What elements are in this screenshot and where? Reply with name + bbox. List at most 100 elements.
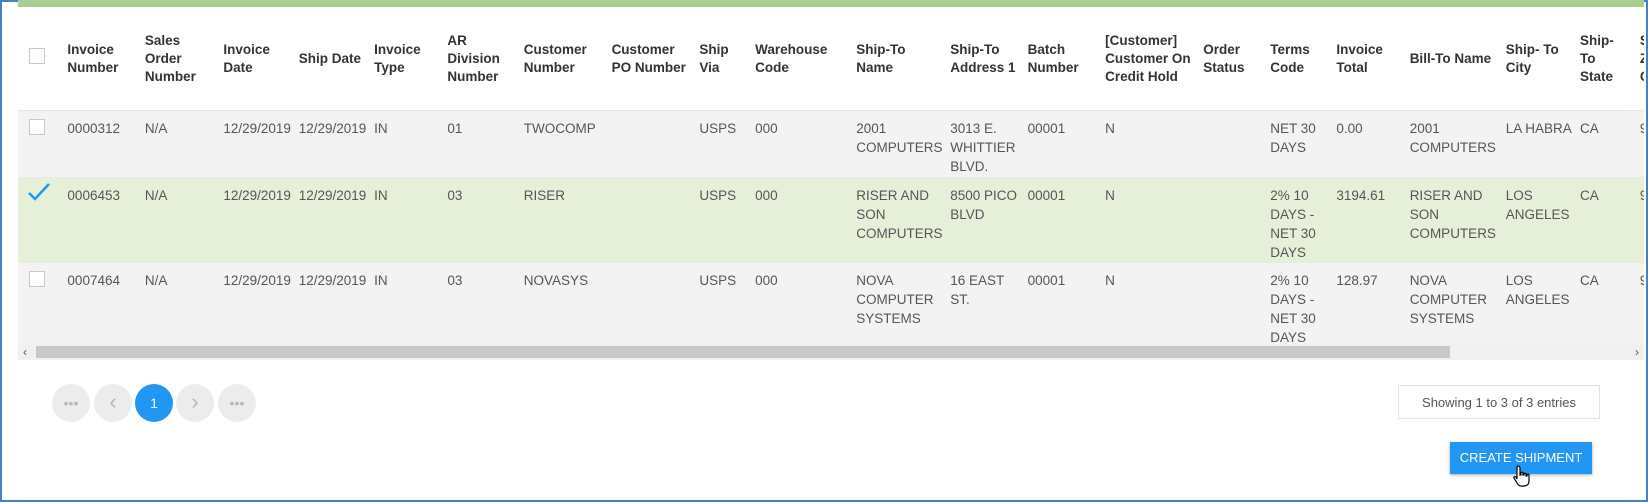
cell-wh: 000 (751, 262, 853, 347)
scroll-left-icon[interactable]: ‹ (18, 344, 32, 360)
next-page-button[interactable]: › (176, 384, 214, 422)
top-accent-bar (18, 0, 1644, 7)
row-checkbox[interactable] (29, 271, 45, 287)
column-header-via[interactable]: Ship Via (695, 7, 752, 111)
cell-via: USPS (695, 110, 752, 178)
column-header-wh[interactable]: Warehouse Code (751, 7, 853, 111)
cell-billto: NOVA COMPUTER SYSTEMS (1405, 262, 1502, 347)
cell-itype: IN (370, 110, 444, 178)
cell-ardiv: 03 (443, 177, 520, 263)
cell-itype: IN (370, 177, 444, 263)
cell-state: CA (1576, 177, 1636, 263)
cell-inv: 0006453 (63, 177, 141, 263)
cell-itype: IN (370, 262, 444, 347)
cell-status (1199, 110, 1267, 178)
cell-cust: RISER (519, 177, 608, 263)
row-select-cell[interactable] (18, 177, 64, 263)
cell-cust: TWOCOMP (519, 110, 608, 178)
cell-po (607, 262, 696, 347)
cell-total: 0.00 (1332, 110, 1406, 178)
cell-so: N/A (140, 110, 220, 178)
column-header-stname[interactable]: Ship-To Name (852, 7, 947, 111)
column-header-so[interactable]: Sales Order Number (140, 7, 220, 111)
invoice-grid: Invoice Number Sales Order Number Invoice … (18, 7, 1644, 352)
column-header-ardiv[interactable]: AR Division Number (443, 7, 520, 111)
column-header-zip[interactable]: Ship- To Zip Code (1635, 7, 1644, 111)
cell-terms: 2% 10 DAYS - NET 30 DAYS (1266, 262, 1333, 347)
column-header-batch[interactable]: Batch Number (1023, 7, 1102, 111)
column-header-staddr[interactable]: Ship-To Address 1 (946, 7, 1024, 111)
cell-inv: 0000312 (63, 110, 141, 178)
column-header-total[interactable]: Invoice Total (1332, 7, 1406, 111)
cell-billto: RISER AND SON COMPUTERS (1405, 177, 1502, 263)
last-page-button[interactable]: ••• (218, 384, 256, 422)
cell-billto: 2001 COMPUTERS (1405, 110, 1502, 178)
table-header-row: Invoice Number Sales Order Number Invoice … (18, 7, 1644, 111)
cell-idate: 12/29/2019 (219, 177, 295, 263)
column-header-city[interactable]: Ship- To City (1501, 7, 1577, 111)
cell-batch: 00001 (1023, 177, 1102, 263)
scrollbar-thumb[interactable] (36, 346, 1450, 358)
cell-hold: N (1101, 110, 1200, 178)
cell-stname: NOVA COMPUTER SYSTEMS (852, 262, 947, 347)
column-header-idate[interactable]: Invoice Date (219, 7, 295, 111)
column-header-po[interactable]: Customer PO Number (607, 7, 696, 111)
column-header-state[interactable]: Ship- To State (1576, 7, 1636, 111)
column-header-terms[interactable]: Terms Code (1266, 7, 1333, 111)
cell-city: LOS ANGELES (1501, 177, 1577, 263)
cell-city: LA HABRA (1501, 110, 1577, 178)
cell-batch: 00001 (1023, 110, 1102, 178)
row-checkbox[interactable] (29, 119, 45, 135)
cell-state: CA (1576, 110, 1636, 178)
cell-wh: 000 (751, 177, 853, 263)
prev-page-button[interactable]: ‹ (94, 384, 132, 422)
column-header-status[interactable]: Order Status (1199, 7, 1267, 111)
cell-inv: 0007464 (63, 262, 141, 347)
cell-total: 3194.61 (1332, 177, 1406, 263)
hand-cursor-icon (1513, 465, 1531, 492)
cell-total: 128.97 (1332, 262, 1406, 347)
column-header-hold[interactable]: [Customer] Customer On Credit Hold (1101, 7, 1200, 111)
cell-stname: 2001 COMPUTERS (852, 110, 947, 178)
cell-so: N/A (140, 262, 220, 347)
cell-staddr: 8500 PICO BLVD (946, 177, 1024, 263)
cell-status (1199, 262, 1267, 347)
select-all-checkbox[interactable] (29, 48, 45, 64)
cell-staddr: 16 EAST ST. (946, 262, 1024, 347)
row-select-cell[interactable] (18, 262, 64, 347)
cell-stname: RISER AND SON COMPUTERS (852, 177, 947, 263)
row-select-cell[interactable] (18, 110, 64, 178)
column-header-cust[interactable]: Customer Number (519, 7, 608, 111)
cell-terms: 2% 10 DAYS - NET 30 DAYS (1266, 177, 1333, 263)
cell-po (607, 177, 696, 263)
cell-idate: 12/29/2019 (219, 110, 295, 178)
table-row[interactable]: 0007464 N/A 12/29/2019 12/29/2019 IN 03 NOVASY… (18, 262, 1644, 347)
table-row[interactable]: 0000312 N/A 12/29/2019 12/29/2019 IN 01 TWOCOM… (18, 110, 1644, 178)
cell-sdate: 12/29/2019 (294, 177, 371, 263)
invoice-table: Invoice Number Sales Order Number Invoice … (18, 7, 1644, 347)
column-header-itype[interactable]: Invoice Type (370, 7, 444, 111)
cell-sdate: 12/29/2019 (294, 110, 371, 178)
column-header-sdate[interactable]: Ship Date (294, 7, 371, 111)
entries-info: Showing 1 to 3 of 3 entries (1398, 385, 1600, 419)
cell-zip: 91147 (1635, 177, 1644, 263)
table-row[interactable]: 0006453 N/A 12/29/2019 12/29/2019 IN 03 RISER U… (18, 177, 1644, 263)
cell-po (607, 110, 696, 178)
checkmark-icon[interactable] (28, 182, 50, 207)
first-page-button[interactable]: ••• (52, 384, 90, 422)
select-all-checkbox-cell[interactable] (18, 7, 64, 111)
cell-status (1199, 177, 1267, 263)
horizontal-scrollbar[interactable]: ‹ › (18, 344, 1644, 360)
cell-staddr: 3013 E. WHITTIER BLVD. (946, 110, 1024, 178)
cell-ardiv: 01 (443, 110, 520, 178)
cell-cust: NOVASYS (519, 262, 608, 347)
cell-idate: 12/29/2019 (219, 262, 295, 347)
column-header-billto[interactable]: Bill-To Name (1405, 7, 1502, 111)
cell-wh: 000 (751, 110, 853, 178)
column-header-inv[interactable]: Invoice Number (63, 7, 141, 111)
cell-hold: N (1101, 177, 1200, 263)
scroll-right-icon[interactable]: › (1630, 344, 1644, 360)
cell-city: LOS ANGELES (1501, 262, 1577, 347)
page-1-button[interactable]: 1 (135, 384, 173, 422)
cell-hold: N (1101, 262, 1200, 347)
